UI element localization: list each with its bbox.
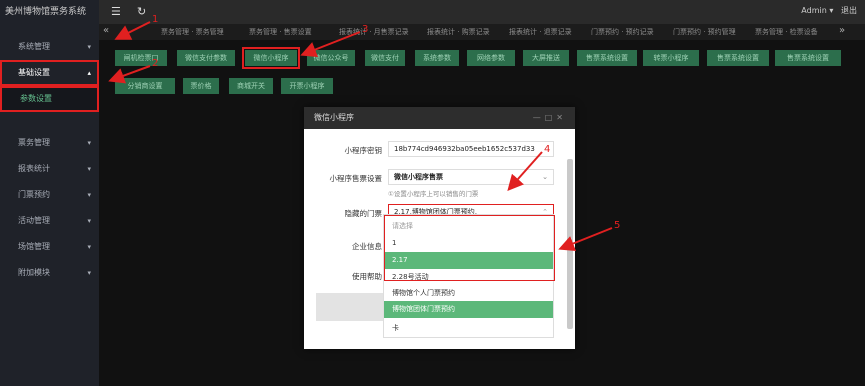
hidden-tickets-label: 隐藏的门票	[344, 209, 383, 218]
dialog-scrollbar[interactable]	[567, 159, 573, 329]
sidebar-item-label: 基础设置	[18, 68, 50, 77]
sale-setting-hint: ①设置小程序上可以销售的门票	[388, 190, 479, 198]
sidebar-item-booking[interactable]: 门票预约 ▾	[0, 182, 99, 208]
settings-button[interactable]: 售票系统设置	[775, 50, 841, 66]
chevron-down-icon: ▾	[87, 243, 91, 251]
settings-button[interactable]: 分销商设置	[115, 78, 175, 94]
wechat-miniprogram-button[interactable]: 微信小程序	[242, 47, 300, 69]
settings-button[interactable]: 票价格	[183, 78, 219, 94]
dropdown-option[interactable]: 2.28号活动	[384, 269, 553, 286]
settings-button[interactable]: 开票小程序	[281, 78, 333, 94]
help-label: 使用帮助	[352, 272, 382, 281]
tab[interactable]: 报表统计 · 月售票记录	[339, 27, 409, 37]
chevron-down-icon: ▾	[87, 217, 91, 225]
tab[interactable]: 票务管理 · 票务管理	[161, 27, 224, 37]
settings-button[interactable]: 闸机检票口	[115, 50, 167, 66]
settings-button[interactable]: 商城开关	[229, 78, 273, 94]
sidebar-item-activity[interactable]: 活动管理 ▾	[0, 208, 99, 234]
annotation-number: 1	[152, 14, 159, 25]
dropdown-option-selected[interactable]: 博物馆团体门票预约	[384, 301, 553, 318]
tabs-next-icon[interactable]: »	[839, 25, 845, 36]
sidebar-item-label: 附加模块	[18, 268, 50, 277]
annotation-number: 5	[614, 220, 621, 231]
chevron-down-icon: ⌄	[542, 173, 548, 181]
top-bar: ☰ ↻ Admin ▾ 退出	[99, 0, 865, 24]
settings-button[interactable]: 系统参数	[415, 50, 459, 66]
sidebar-item-system[interactable]: 系统管理 ▾	[0, 34, 99, 60]
tab[interactable]: 报表统计 · 购票记录	[427, 27, 490, 37]
annotation-number: 4	[544, 144, 551, 155]
sidebar-item-label: 门票预约	[18, 190, 50, 199]
chevron-down-icon: ▾	[87, 139, 91, 147]
tab[interactable]: 票务管理 · 售票设置	[249, 27, 312, 37]
settings-button[interactable]: 售票系统设置	[577, 50, 637, 66]
sidebar-item-reports[interactable]: 报表统计 ▾	[0, 156, 99, 182]
tab-strip: « 票务管理 · 票务管理 票务管理 · 售票设置 报表统计 · 月售票记录 报…	[99, 24, 865, 40]
chevron-down-icon: ▾	[87, 43, 91, 51]
refresh-icon[interactable]: ↻	[137, 5, 146, 18]
annotation-number: 3	[362, 24, 369, 35]
sidebar-item-venue[interactable]: 场馆管理 ▾	[0, 234, 99, 260]
secret-label: 小程序密钥	[344, 146, 383, 155]
sidebar-item-label: 报表统计	[18, 164, 50, 173]
chevron-down-icon: ▾	[87, 191, 91, 199]
settings-button[interactable]: 转票小程序	[643, 50, 699, 66]
exit-link[interactable]: 退出	[841, 6, 857, 15]
sidebar-item-label: 系统管理	[18, 42, 50, 51]
chevron-down-icon: ▾	[87, 165, 91, 173]
sale-setting-value: 微信小程序售票	[394, 173, 443, 181]
company-info-label: 企业信息	[352, 242, 382, 251]
settings-button[interactable]: 微信公众号	[307, 50, 355, 66]
annotation-number: 2	[152, 58, 159, 69]
chevron-down-icon: ▾	[87, 269, 91, 277]
tabs-prev-icon[interactable]: «	[103, 25, 109, 36]
settings-button[interactable]: 售票系统设置	[707, 50, 769, 66]
dropdown-option-selected[interactable]: 2.17	[384, 252, 553, 269]
dialog-window-controls[interactable]: —□✕	[533, 107, 567, 129]
sale-setting-select[interactable]: 微信小程序售票 ⌄	[388, 169, 554, 185]
settings-button[interactable]: 网络参数	[467, 50, 515, 66]
sidebar-item-label: 场馆管理	[18, 242, 50, 251]
secret-field[interactable]: 18b774cd946932ba05eeb1652c537d33	[388, 141, 554, 157]
dialog-header: 微信小程序 —□✕	[304, 107, 575, 129]
tab[interactable]: 报表统计 · 退票记录	[509, 27, 572, 37]
sidebar-item-ticket[interactable]: 票务管理 ▾	[0, 130, 99, 156]
sidebar-subitem-params[interactable]: 参数设置	[0, 86, 99, 112]
sidebar-item-label: 参数设置	[20, 94, 52, 103]
dropdown-option[interactable]: 卡	[384, 320, 553, 337]
sidebar-item-label: 活动管理	[18, 216, 50, 225]
user-name[interactable]: Admin ▾	[801, 6, 833, 15]
app-brand: 美州博物馆票务系统	[5, 7, 87, 17]
sidebar: 美州博物馆票务系统 系统管理 ▾ 基础设置 ▴ 参数设置 票务管理 ▾ 报表统计…	[0, 0, 99, 386]
hidden-tickets-dropdown: 请选择 1 2.17 2.28号活动 博物馆个人门票预约 博物馆团体门票预约 卡	[383, 214, 555, 338]
sidebar-item-addons[interactable]: 附加模块 ▾	[0, 260, 99, 286]
grey-panel	[316, 293, 386, 321]
menu-icon[interactable]: ☰	[111, 5, 121, 18]
settings-button[interactable]: 微信支付	[365, 50, 405, 66]
sale-setting-label: 小程序售票设置	[329, 174, 383, 183]
chevron-up-icon: ▴	[87, 69, 91, 77]
sidebar-item-basic-settings[interactable]: 基础设置 ▴	[0, 60, 99, 86]
dialog-title: 微信小程序	[314, 113, 354, 122]
settings-button[interactable]: 微信支付参数	[177, 50, 235, 66]
settings-button[interactable]: 大屏推送	[523, 50, 569, 66]
tab[interactable]: 票务管理 · 检票设备	[755, 27, 818, 37]
sidebar-item-label: 票务管理	[18, 138, 50, 147]
dropdown-option[interactable]: 请选择	[384, 218, 553, 235]
user-menu[interactable]: Admin ▾ 退出	[801, 5, 857, 16]
dropdown-option[interactable]: 1	[384, 235, 553, 252]
dropdown-option[interactable]: 博物馆个人门票预约	[384, 285, 553, 302]
tab[interactable]: 门票预约 · 预约记录	[591, 27, 654, 37]
tab[interactable]: 门票预约 · 预约管理	[673, 27, 736, 37]
